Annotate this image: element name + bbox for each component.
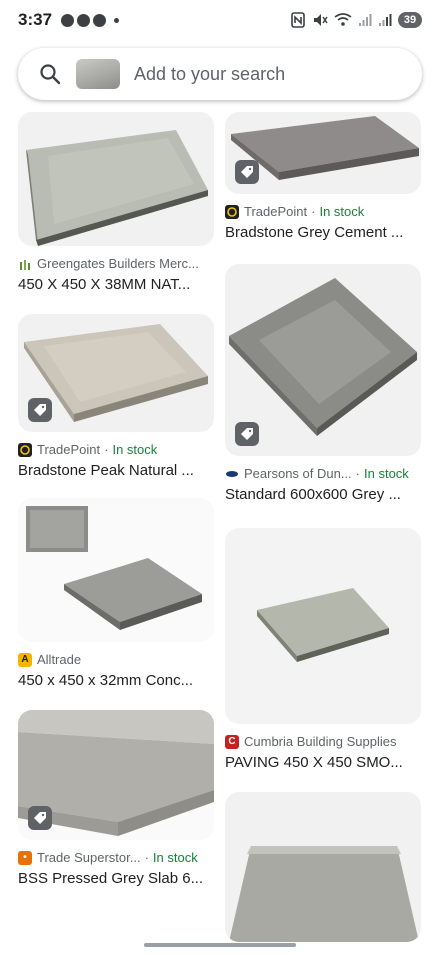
signal-icon: [359, 14, 372, 26]
status-bar: 3:37 39: [0, 0, 440, 40]
search-bar[interactable]: Add to your search: [18, 48, 422, 100]
more-notifications-icon: [114, 17, 120, 23]
separator: ·: [104, 442, 109, 457]
tag-icon[interactable]: [28, 806, 52, 830]
result-source-row: A Alltrade: [18, 652, 214, 667]
store-logo-icon: •: [18, 850, 32, 865]
store-logo-icon: [18, 442, 32, 457]
search-image-thumbnail[interactable]: [76, 59, 120, 89]
result-title[interactable]: 450 x 450 x 32mm Conc...: [18, 672, 214, 689]
slab-image: [26, 506, 202, 630]
app-notification-icon: [93, 13, 107, 27]
result-card[interactable]: TradePoint · In stock Bradstone Grey Cem…: [225, 112, 421, 241]
product-image[interactable]: [18, 314, 214, 432]
result-card[interactable]: • Trade Superstor... · In stock BSS Pres…: [18, 710, 214, 887]
result-title[interactable]: 450 X 450 X 38MM NAT...: [18, 276, 214, 293]
stock-status: In stock: [319, 204, 365, 219]
result-card[interactable]: C Cumbria Building Supplies PAVING 450 X…: [225, 528, 421, 771]
battery-icon: 39: [398, 12, 422, 28]
result-card[interactable]: [225, 792, 421, 942]
result-title[interactable]: Standard 600x600 Grey ...: [225, 486, 421, 503]
stock-status: In stock: [152, 850, 198, 865]
result-source-row: • Trade Superstor... · In stock: [18, 850, 214, 865]
result-card[interactable]: A Alltrade 450 x 450 x 32mm Conc...: [18, 498, 214, 689]
search-icon[interactable]: [38, 62, 62, 86]
result-source: Pearsons of Dun...: [244, 466, 352, 481]
nfc-icon: [291, 12, 305, 28]
home-indicator[interactable]: [144, 943, 296, 947]
store-logo-icon: A: [18, 652, 32, 667]
stock-status: In stock: [112, 442, 158, 457]
result-source-row: Greengates Builders Merc...: [18, 256, 214, 271]
result-title[interactable]: Bradstone Peak Natural ...: [18, 462, 214, 479]
product-image[interactable]: [18, 710, 214, 840]
result-card[interactable]: Greengates Builders Merc... 450 X 450 X …: [18, 112, 214, 293]
store-logo-icon: [225, 466, 239, 481]
product-image[interactable]: [225, 528, 421, 724]
mute-icon: [314, 14, 328, 26]
tag-icon[interactable]: [235, 422, 259, 446]
stock-status: In stock: [364, 466, 409, 481]
result-source: Cumbria Building Supplies: [244, 734, 397, 749]
slab-image: [257, 588, 389, 662]
notification-icon: [61, 13, 75, 27]
result-source-row: Pearsons of Dun... · In stock: [225, 466, 421, 481]
store-logo-icon: [225, 204, 239, 219]
result-source: Trade Superstor...: [37, 850, 141, 865]
wifi-icon: [334, 13, 352, 26]
slab-image: [229, 846, 419, 942]
result-source-row: C Cumbria Building Supplies: [225, 734, 421, 749]
result-source: TradePoint: [244, 204, 308, 219]
status-time: 3:37: [18, 10, 53, 29]
slab-image: [26, 130, 208, 246]
separator: ·: [144, 850, 149, 865]
product-image[interactable]: [225, 792, 421, 942]
product-image[interactable]: [225, 112, 421, 194]
tag-icon[interactable]: [28, 398, 52, 422]
result-source: Alltrade: [37, 652, 82, 667]
product-image[interactable]: [18, 112, 214, 246]
result-source-row: TradePoint · In stock: [225, 204, 421, 219]
signal-icon-2: [379, 14, 392, 26]
separator: ·: [355, 466, 361, 481]
result-title[interactable]: Bradstone Grey Cement ...: [225, 224, 421, 241]
product-image[interactable]: [18, 498, 214, 642]
sync-icon: [77, 13, 91, 27]
product-image[interactable]: [225, 264, 421, 456]
search-input[interactable]: Add to your search: [134, 64, 285, 85]
separator: ·: [311, 204, 316, 219]
result-card[interactable]: Pearsons of Dun... · In stock Standard 6…: [225, 264, 421, 503]
result-source: TradePoint: [37, 442, 101, 457]
status-icons: 39: [290, 12, 422, 28]
result-source-row: TradePoint · In stock: [18, 442, 214, 457]
tag-icon[interactable]: [235, 160, 259, 184]
result-source: Greengates Builders Merc...: [37, 256, 199, 271]
result-title[interactable]: PAVING 450 X 450 SMO...: [225, 754, 421, 771]
store-logo-icon: C: [225, 734, 239, 749]
result-title[interactable]: BSS Pressed Grey Slab 6...: [18, 870, 214, 887]
result-card[interactable]: TradePoint · In stock Bradstone Peak Nat…: [18, 314, 214, 479]
store-logo-icon: [18, 256, 32, 271]
